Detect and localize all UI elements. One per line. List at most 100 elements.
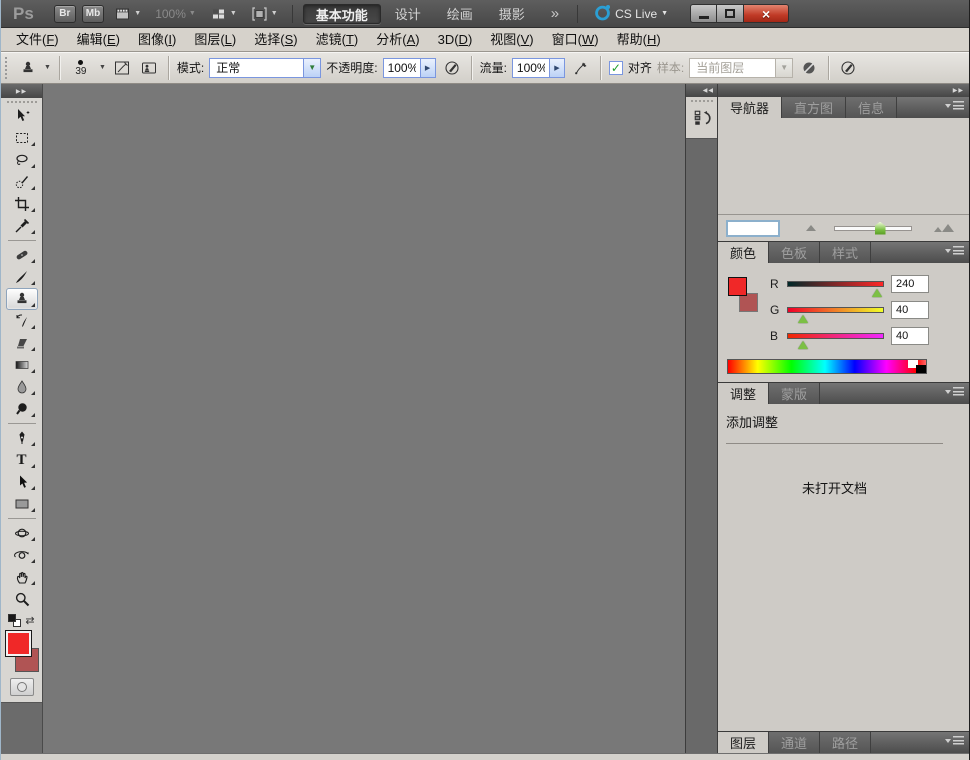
menu-item-D[interactable]: 3D(D) [429,28,482,51]
layers-tab[interactable]: 图层 [718,732,769,753]
menu-item-E[interactable]: 编辑(E) [68,28,129,51]
adjustments-tab[interactable]: 调整 [718,383,769,404]
rectangular-marquee-tool[interactable] [6,127,38,149]
menu-item-I[interactable]: 图像(I) [129,28,185,51]
zoom-tool[interactable] [6,588,38,610]
adjustments-panel-menu-icon[interactable] [945,387,964,396]
navigator-tab[interactable]: 直方图 [782,97,846,118]
channel-R-input[interactable] [891,275,929,293]
history-brush-tool[interactable] [6,310,38,332]
path-selection-tool[interactable] [6,471,38,493]
launch-mini-bridge-button[interactable]: Mb [82,5,104,23]
opacity-field[interactable]: ▶ [383,58,436,78]
color-tab[interactable]: 颜色 [718,242,769,263]
lasso-tool[interactable] [6,149,38,171]
channel-B-input[interactable] [891,327,929,345]
quick-selection-tool[interactable] [6,171,38,193]
quick-mask-button[interactable] [10,678,34,696]
brush-tool[interactable] [6,266,38,288]
gradient-tool[interactable] [6,354,38,376]
workspace-button-2[interactable]: 设计 [383,4,433,24]
tool-preset-icon[interactable] [17,57,39,79]
maximize-button[interactable] [717,4,744,23]
canvas-area[interactable] [43,84,685,753]
menu-item-H[interactable]: 帮助(H) [608,28,670,51]
toolbox-collapse-button[interactable]: ▶▶ [1,84,42,98]
cs-live-button[interactable]: CS Live ▼ [588,4,674,24]
color-tab[interactable]: 色板 [769,242,820,263]
workspace-button-4[interactable]: 摄影 [487,4,537,24]
ignore-adjustment-layers-button[interactable] [798,57,820,79]
layers-tab[interactable]: 通道 [769,732,820,753]
menu-item-F[interactable]: 文件(F) [7,28,68,51]
expand-dock-button[interactable]: ◀◀ [686,84,717,97]
hand-tool[interactable] [6,566,38,588]
slider-thumb[interactable] [798,315,808,323]
toolbox-grip[interactable] [7,101,37,104]
options-bar-grip[interactable] [5,57,10,79]
black-swatch[interactable] [916,365,926,373]
adjustments-tab[interactable]: 蒙版 [769,383,820,404]
dodge-tool[interactable] [6,398,38,420]
screen-mode-dropdown[interactable]: ▼ [247,4,282,24]
default-colors-icon[interactable] [8,614,21,627]
spinner-arrow-icon[interactable]: ▶ [420,59,435,77]
airbrush-button[interactable] [570,57,592,79]
close-button[interactable]: × [744,4,789,23]
swap-colors-icon[interactable]: ⇄ [25,614,34,627]
color-panel-menu-icon[interactable] [945,246,964,255]
zoom-out-icon[interactable] [806,225,816,231]
launch-bridge-button[interactable]: Br [54,5,76,23]
foreground-color-swatch[interactable] [5,630,32,657]
slider-thumb[interactable] [875,222,886,235]
type-tool[interactable]: T [6,449,38,471]
crop-tool[interactable] [6,193,38,215]
collapse-dock-button[interactable]: ▶▶ [718,84,969,97]
menu-item-S[interactable]: 选择(S) [245,28,306,51]
workspace-button-3[interactable]: 绘画 [435,4,485,24]
workspace-button-1[interactable]: 基本功能 [303,4,381,24]
navigator-tab[interactable]: 导航器 [718,97,782,118]
pen-tool[interactable] [6,427,38,449]
history-panel-button[interactable] [689,104,715,134]
clone-stamp-tool[interactable] [6,288,38,310]
menu-item-T[interactable]: 滤镜(T) [307,28,368,51]
toggle-clone-source-panel-button[interactable] [138,57,160,79]
chevron-down-icon[interactable]: ▼ [303,59,320,77]
layers-panel-menu-icon[interactable] [945,736,964,745]
move-tool[interactable] [6,105,38,127]
blur-tool[interactable] [6,376,38,398]
menu-item-W[interactable]: 窗口(W) [543,28,608,51]
spinner-arrow-icon[interactable]: ▶ [549,59,564,77]
3d-rotate-tool[interactable] [6,522,38,544]
foreground-color-swatch[interactable] [728,277,747,296]
channel-B-slider[interactable] [787,333,884,339]
view-extras-dropdown[interactable]: ▼ [110,4,145,24]
brush-preset-picker[interactable]: 39 [68,58,94,77]
zoom-in-icon[interactable] [934,224,954,232]
channel-G-input[interactable] [891,301,929,319]
flow-input[interactable] [513,61,549,75]
minimize-button[interactable] [690,4,717,23]
channel-G-slider[interactable] [787,307,884,313]
workspace-overflow-button[interactable]: » [543,5,567,22]
navigator-panel-menu-icon[interactable] [945,101,964,110]
spot-healing-brush-tool[interactable] [6,244,38,266]
menu-item-A[interactable]: 分析(A) [367,28,428,51]
eraser-tool[interactable] [6,332,38,354]
slider-thumb[interactable] [872,289,882,297]
align-checkbox[interactable]: ✓ [609,61,623,75]
tablet-pressure-size-button[interactable] [837,57,859,79]
zoom-level-dropdown[interactable]: 100% ▼ [151,5,200,23]
navigator-zoom-slider[interactable] [834,226,912,231]
channel-R-slider[interactable] [787,281,884,287]
navigator-tab[interactable]: 信息 [846,97,897,118]
opacity-input[interactable] [384,61,420,75]
layers-tab[interactable]: 路径 [820,732,871,753]
color-spectrum-ramp[interactable] [727,359,927,374]
arrange-documents-dropdown[interactable]: ▼ [206,4,241,24]
mode-select[interactable]: 正常 ▼ [209,58,321,78]
slider-thumb[interactable] [798,341,808,349]
rectangle-tool[interactable] [6,493,38,515]
color-tab[interactable]: 样式 [820,242,871,263]
